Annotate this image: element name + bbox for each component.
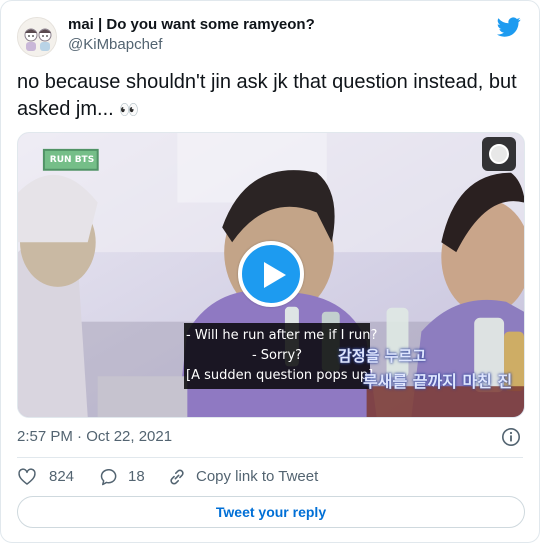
reply-count: 18 — [128, 468, 145, 485]
korean-caption: 루새를 끝까지 마친 진 — [363, 372, 513, 391]
twitter-bird-icon[interactable] — [497, 15, 521, 39]
heart-icon — [18, 468, 36, 485]
tweet-reply-button[interactable]: Tweet your reply — [17, 496, 525, 528]
user-handle[interactable]: @KiMbapchef — [68, 35, 315, 55]
pause-toggle-button[interactable] — [482, 137, 516, 171]
info-icon[interactable] — [501, 427, 521, 447]
author-names[interactable]: mai | Do you want some ramyeon? @KiMbapc… — [68, 15, 315, 55]
like-count: 824 — [49, 468, 75, 485]
play-button[interactable] — [238, 241, 304, 307]
copy-link-label: Copy link to Tweet — [196, 468, 319, 485]
play-icon — [264, 262, 286, 288]
show-logo: RUN BTS — [49, 155, 95, 165]
video-player[interactable]: RUN BTS - Will he run after me if I run?… — [17, 132, 525, 418]
circle-icon — [489, 144, 509, 164]
tweet-actions: 824 18 Copy link to Tweet — [17, 464, 523, 490]
tweet-card: mai | Do you want some ramyeon? @KiMbapc… — [0, 0, 540, 543]
tweet-header: mai | Do you want some ramyeon? @KiMbapc… — [17, 15, 523, 59]
tweet-body: no because shouldn't jin ask jk that que… — [17, 71, 517, 120]
like-button[interactable]: 824 — [17, 464, 77, 490]
speech-bubble-icon — [100, 468, 117, 486]
divider — [17, 457, 523, 458]
copy-link-button[interactable]: Copy link to Tweet — [167, 464, 347, 490]
eyes-emoji: 👀 — [119, 102, 139, 119]
korean-caption: 감정을 누르고 — [338, 347, 427, 365]
subtitle-line: [A sudden question pops up] — [186, 368, 374, 383]
tweet-text: no because shouldn't jin ask jk that que… — [17, 69, 522, 124]
avatar[interactable] — [17, 17, 57, 57]
timestamp-row: 2:57 PM · Oct 22, 2021 — [17, 426, 523, 448]
tweet-timestamp[interactable]: 2:57 PM · Oct 22, 2021 — [17, 428, 172, 445]
avatar-illustration — [18, 18, 56, 56]
reply-button[interactable]: 18 — [99, 464, 149, 490]
display-name[interactable]: mai | Do you want some ramyeon? — [68, 15, 315, 35]
link-icon — [170, 469, 184, 485]
